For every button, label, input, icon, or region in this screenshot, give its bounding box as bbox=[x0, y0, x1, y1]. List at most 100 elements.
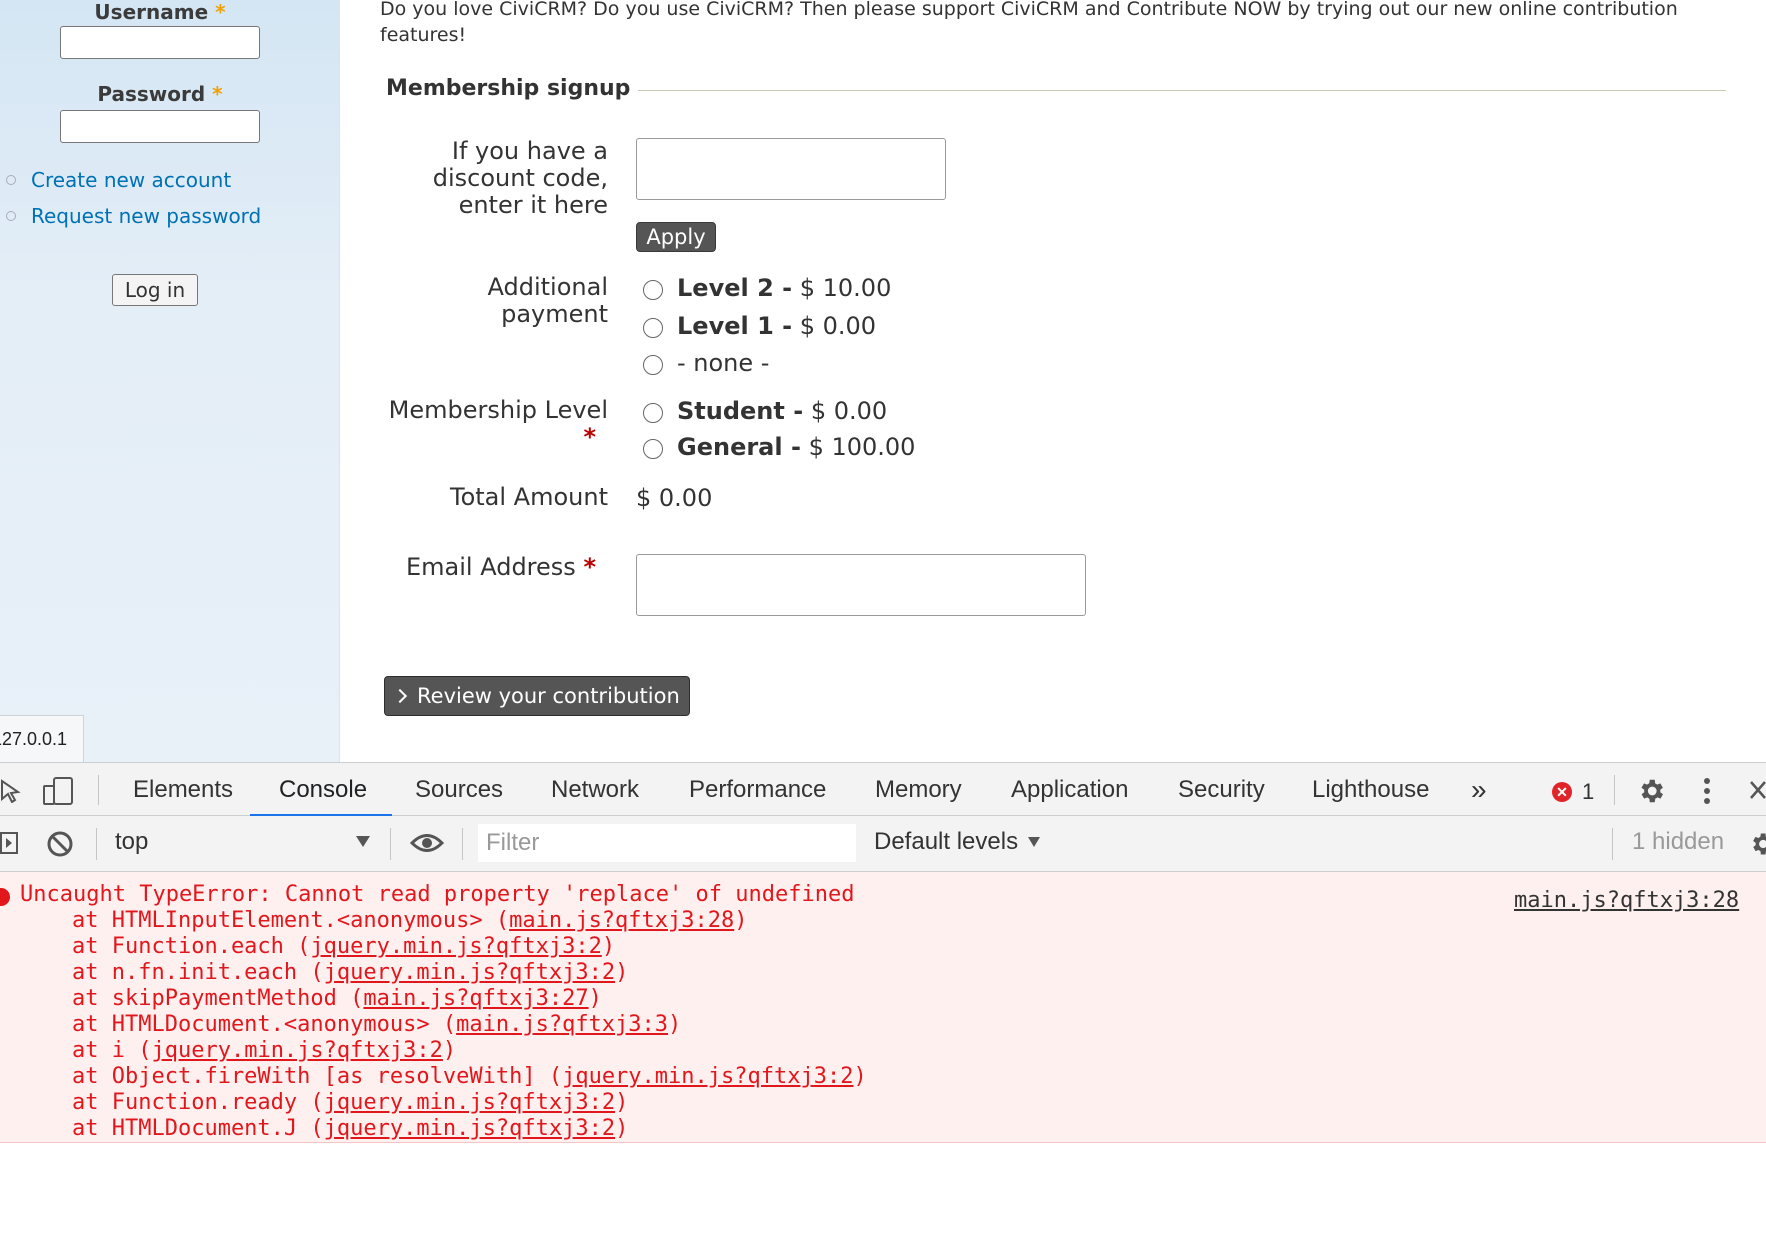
payment-option-level1[interactable]: Level 1 - $ 0.00 bbox=[643, 312, 876, 340]
email-input[interactable] bbox=[636, 554, 1086, 616]
apply-button[interactable]: Apply bbox=[636, 222, 716, 252]
bullet-icon bbox=[6, 211, 16, 221]
error-count: 1 bbox=[1582, 779, 1595, 804]
stack-frame: at HTMLDocument.J (jquery.min.js?qftxj3:… bbox=[72, 1116, 629, 1141]
tab-performance[interactable]: Performance bbox=[689, 763, 826, 817]
membership-fieldset-legend: Membership signup bbox=[386, 76, 1726, 101]
frame-link[interactable]: jquery.min.js?qftxj3:2 bbox=[324, 1090, 615, 1115]
frame-link[interactable]: jquery.min.js?qftxj3:2 bbox=[324, 960, 615, 985]
frame-text: at n.fn.init.each ( bbox=[72, 960, 324, 985]
error-icon bbox=[0, 888, 10, 906]
membership-option-student[interactable]: Student - $ 0.00 bbox=[643, 397, 887, 425]
tab-console[interactable]: Console bbox=[279, 763, 367, 817]
settings-gear-icon[interactable] bbox=[1636, 776, 1666, 806]
tab-elements[interactable]: Elements bbox=[133, 763, 233, 817]
sidebar-toggle-icon[interactable] bbox=[0, 832, 20, 854]
request-password-link-text[interactable]: Request new password bbox=[31, 204, 261, 228]
payment-option-level2[interactable]: Level 2 - $ 10.00 bbox=[643, 274, 891, 302]
radio-button[interactable] bbox=[643, 355, 663, 375]
radio-button[interactable] bbox=[643, 403, 663, 423]
device-toolbar-icon[interactable] bbox=[42, 776, 74, 806]
log-levels-label[interactable]: Default levels bbox=[874, 828, 1018, 856]
frame-text: at Object.fireWith [as resolveWith] ( bbox=[72, 1064, 563, 1089]
request-password-link[interactable]: Request new password bbox=[6, 204, 261, 228]
bullet-icon bbox=[6, 175, 16, 185]
filter-input[interactable]: Filter bbox=[478, 824, 856, 862]
tab-lighthouse[interactable]: Lighthouse bbox=[1312, 763, 1429, 817]
divider bbox=[390, 828, 391, 860]
divider bbox=[1612, 828, 1613, 860]
live-expression-eye-icon[interactable] bbox=[410, 832, 444, 854]
console-toolbar: top Filter Default levels 1 hidden bbox=[0, 816, 1766, 872]
clear-console-icon[interactable] bbox=[46, 830, 74, 858]
error-count-badge[interactable]: ✕ 1 bbox=[1552, 779, 1594, 805]
frame-link[interactable]: jquery.min.js?qftxj3:2 bbox=[151, 1038, 442, 1063]
option-price: - none - bbox=[677, 349, 770, 377]
option-name: General - bbox=[677, 433, 801, 461]
username-label: Username * bbox=[60, 0, 260, 24]
chevron-right-icon bbox=[392, 688, 408, 704]
tab-security[interactable]: Security bbox=[1178, 763, 1265, 817]
option-price: $ 0.00 bbox=[799, 312, 877, 340]
membership-level-label-text: Membership Level bbox=[388, 396, 608, 424]
frame-text: at Function.ready ( bbox=[72, 1090, 324, 1115]
review-button-label[interactable]: Review your contribution bbox=[417, 684, 680, 708]
total-amount-value: $ 0.00 bbox=[636, 484, 713, 512]
more-tabs-button[interactable]: » bbox=[1471, 763, 1487, 817]
divider bbox=[96, 828, 97, 860]
chevron-down-icon[interactable] bbox=[356, 836, 370, 847]
frame-text: at HTMLDocument.J ( bbox=[72, 1116, 324, 1141]
membership-level-label: Membership Level * bbox=[368, 397, 608, 451]
more-options-icon[interactable] bbox=[1700, 777, 1714, 805]
frame-link[interactable]: jquery.min.js?qftxj3:2 bbox=[310, 934, 601, 959]
console-settings-gear-icon[interactable] bbox=[1748, 830, 1766, 858]
required-mark: * bbox=[583, 423, 596, 451]
frame-text: at Function.each ( bbox=[72, 934, 311, 959]
additional-payment-label: Additional payment bbox=[487, 273, 608, 328]
create-account-link[interactable]: Create new account bbox=[6, 168, 231, 192]
radio-button[interactable] bbox=[643, 318, 663, 338]
username-label-text: Username bbox=[94, 0, 209, 24]
frame-link[interactable]: main.js?qftxj3:28 bbox=[509, 908, 734, 933]
frame-text: at HTMLDocument.<anonymous> ( bbox=[72, 1012, 457, 1037]
total-amount-label: Total Amount bbox=[450, 483, 608, 511]
discount-code-input[interactable] bbox=[636, 138, 946, 200]
username-input[interactable] bbox=[60, 26, 260, 59]
radio-button[interactable] bbox=[643, 280, 663, 300]
membership-option-general[interactable]: General - $ 100.00 bbox=[643, 433, 915, 461]
tab-sources[interactable]: Sources bbox=[415, 763, 503, 817]
frame-text: at HTMLInputElement.<anonymous> ( bbox=[72, 908, 510, 933]
option-price: $ 10.00 bbox=[799, 274, 892, 302]
tab-memory[interactable]: Memory bbox=[875, 763, 962, 817]
divider bbox=[462, 828, 463, 860]
tab-application[interactable]: Application bbox=[1011, 763, 1128, 817]
legend-divider bbox=[638, 90, 1726, 91]
inspect-icon[interactable] bbox=[0, 779, 22, 803]
frame-link[interactable]: main.js?qftxj3:3 bbox=[456, 1012, 668, 1037]
stack-frame: at HTMLDocument.<anonymous> (main.js?qft… bbox=[72, 1012, 682, 1037]
stack-frame: at skipPaymentMethod (main.js?qftxj3:27) bbox=[72, 986, 602, 1011]
log-levels-dropdown[interactable]: Default levels bbox=[874, 828, 1041, 856]
stack-frame: at Function.each (jquery.min.js?qftxj3:2… bbox=[72, 934, 616, 959]
option-price: $ 0.00 bbox=[810, 397, 888, 425]
password-input[interactable] bbox=[60, 110, 260, 143]
review-contribution-button[interactable]: Review your contribution bbox=[384, 676, 690, 716]
radio-button[interactable] bbox=[643, 439, 663, 459]
context-selector[interactable]: top bbox=[115, 828, 148, 856]
error-source-link[interactable]: main.js?qftxj3:28 bbox=[1514, 888, 1739, 913]
frame-link[interactable]: main.js?qftxj3:27 bbox=[363, 986, 588, 1011]
close-icon[interactable] bbox=[1748, 779, 1766, 801]
password-label-text: Password bbox=[97, 82, 206, 106]
frame-link[interactable]: jquery.min.js?qftxj3:2 bbox=[324, 1116, 615, 1141]
payment-option-none[interactable]: - none - bbox=[643, 349, 769, 377]
stack-frame: at n.fn.init.each (jquery.min.js?qftxj3:… bbox=[72, 960, 629, 985]
frame-link[interactable]: jquery.min.js?qftxj3:2 bbox=[562, 1064, 853, 1089]
create-account-link-text[interactable]: Create new account bbox=[31, 168, 231, 192]
frame-text: at skipPaymentMethod ( bbox=[72, 986, 364, 1011]
password-label: Password * bbox=[60, 82, 260, 106]
legend-text: Membership signup bbox=[386, 76, 631, 101]
discount-label: If you have a discount code, enter it he… bbox=[432, 137, 608, 219]
login-button[interactable]: Log in bbox=[112, 274, 198, 306]
console-error-message: Uncaught TypeError: Cannot read property… bbox=[0, 872, 1766, 1143]
tab-network[interactable]: Network bbox=[551, 763, 639, 817]
